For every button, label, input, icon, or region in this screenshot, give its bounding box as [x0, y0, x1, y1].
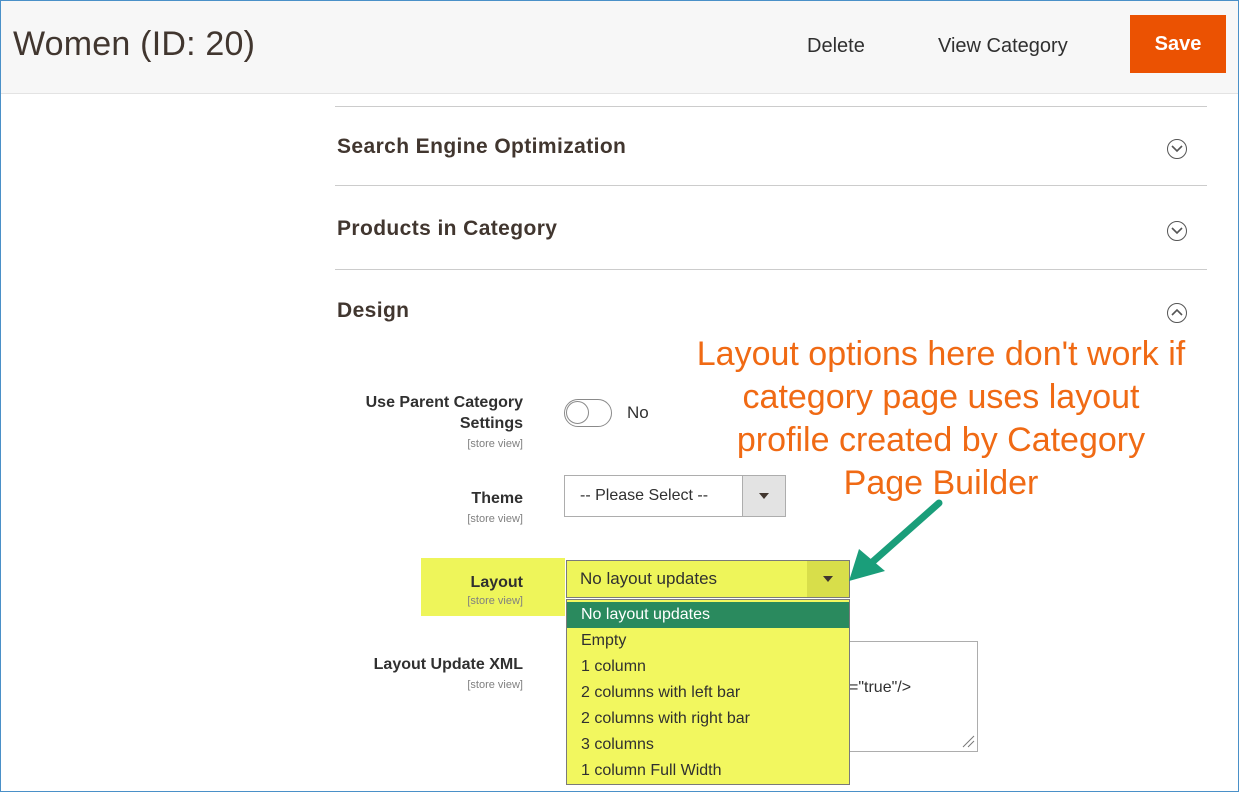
layout-select[interactable]: No layout updates [566, 560, 850, 598]
section-title-seo[interactable]: Search Engine Optimization [337, 135, 626, 159]
section-title-products[interactable]: Products in Category [337, 217, 557, 241]
screenshot-frame: Women (ID: 20) Delete View Category Save… [0, 0, 1239, 792]
layout-option[interactable]: 1 column Full Width [567, 758, 849, 784]
toggle-knob [566, 401, 589, 424]
section-divider [335, 106, 1207, 107]
layout-xml-label: Layout Update XML [373, 656, 523, 673]
parent-settings-toggle[interactable] [564, 399, 612, 427]
page-title: Women (ID: 20) [13, 25, 256, 63]
annotation-line: profile created by Category [736, 421, 1146, 459]
layout-option[interactable]: 3 columns [567, 732, 849, 758]
parent-settings-label-line2: Settings [459, 415, 523, 432]
layout-scope: [store view] [467, 595, 523, 607]
annotation-line: Layout options here don't work if [696, 335, 1186, 373]
annotation-callout: Layout options here don't work if catego… [641, 333, 1238, 505]
layout-xml-content: ="true"/> [849, 679, 912, 696]
section-divider [335, 269, 1207, 270]
layout-option[interactable]: 1 column [567, 654, 849, 680]
parent-settings-scope: [store view] [467, 438, 523, 450]
caret-down-icon [823, 576, 833, 582]
theme-scope: [store view] [467, 513, 523, 525]
parent-settings-label-line1: Use Parent Category [365, 394, 523, 411]
theme-label: Theme [471, 490, 523, 507]
parent-settings-label: Use Parent Category Settings [366, 392, 523, 434]
layout-option[interactable]: Empty [567, 628, 849, 654]
annotation-line: category page uses layout [742, 378, 1140, 416]
layout-label: Layout [470, 574, 523, 591]
layout-option[interactable]: 2 columns with right bar [567, 706, 849, 732]
resize-grip-icon[interactable] [961, 734, 975, 748]
section-divider [335, 185, 1207, 186]
chevron-down-icon[interactable] [1167, 221, 1187, 241]
layout-xml-scope: [store view] [467, 679, 523, 691]
view-category-button[interactable]: View Category [938, 35, 1068, 58]
save-button[interactable]: Save [1130, 15, 1226, 73]
layout-dropdown: No layout updates Empty 1 column 2 colum… [566, 599, 850, 785]
layout-select-value: No layout updates [580, 569, 718, 588]
delete-button[interactable]: Delete [807, 35, 865, 58]
annotation-arrow-icon [849, 499, 943, 581]
chevron-up-icon[interactable] [1167, 303, 1187, 323]
page-header: Women (ID: 20) Delete View Category Save [1, 1, 1238, 94]
layout-option[interactable]: 2 columns with left bar [567, 680, 849, 706]
layout-option[interactable]: No layout updates [567, 602, 849, 628]
section-title-design[interactable]: Design [337, 299, 409, 323]
chevron-down-icon[interactable] [1167, 139, 1187, 159]
